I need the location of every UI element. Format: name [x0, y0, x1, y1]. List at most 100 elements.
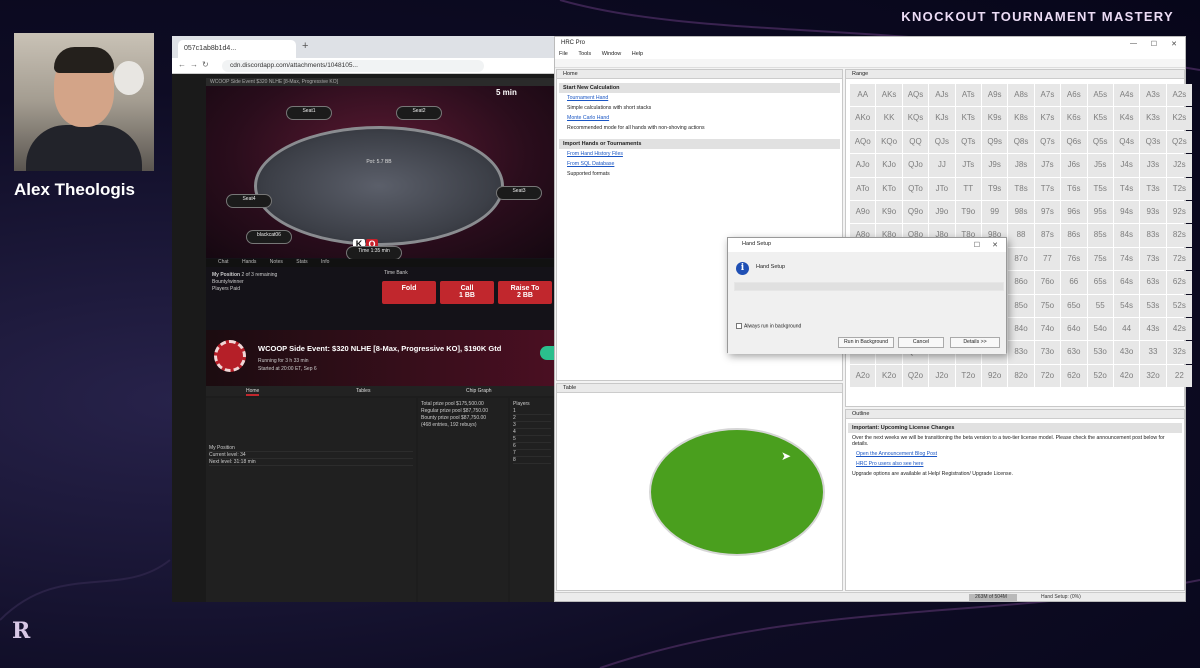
range-cell[interactable]: A7s: [1034, 84, 1061, 107]
range-cell[interactable]: T9o: [955, 200, 981, 224]
range-cell[interactable]: Q4s: [1113, 130, 1140, 154]
range-cell[interactable]: 77: [1034, 247, 1061, 271]
range-cell[interactable]: A4s: [1113, 84, 1140, 107]
range-cell[interactable]: 72s: [1166, 247, 1193, 271]
menu-stats[interactable]: Stats: [296, 259, 307, 265]
maximize-icon[interactable]: ☐: [1151, 40, 1157, 48]
range-cell[interactable]: KTs: [955, 107, 981, 130]
range-cell[interactable]: 54o: [1087, 317, 1113, 341]
range-cell[interactable]: 66: [1061, 271, 1087, 294]
range-cell[interactable]: AJs: [929, 84, 955, 107]
range-cell[interactable]: 83s: [1140, 224, 1166, 247]
url-field[interactable]: cdn.discordapp.com/attachments/1048105..…: [222, 60, 484, 72]
players-list[interactable]: Players 1 2 3 4 5 6 7 8: [510, 398, 554, 602]
menu-hands[interactable]: Hands: [242, 259, 256, 265]
call-button[interactable]: Call 1 BB: [440, 281, 494, 304]
range-cell[interactable]: 44: [1113, 317, 1140, 341]
range-cell[interactable]: AQs: [902, 84, 929, 107]
hand-history-link[interactable]: From Hand History Files: [557, 149, 842, 159]
range-cell[interactable]: AKo: [850, 107, 876, 130]
range-cell[interactable]: KQo: [876, 130, 902, 154]
range-cell[interactable]: AKs: [876, 84, 902, 107]
menu-window[interactable]: Window: [602, 51, 622, 57]
background-checkbox[interactable]: Always run in background: [736, 323, 801, 329]
tab-chip-graph[interactable]: Chip Graph: [466, 388, 492, 394]
range-cell[interactable]: J9s: [981, 154, 1008, 177]
table-felt-green[interactable]: [649, 428, 825, 556]
range-cell[interactable]: 76s: [1061, 247, 1087, 271]
range-cell[interactable]: K2o: [876, 364, 902, 388]
range-cell[interactable]: 62s: [1166, 271, 1193, 294]
range-cell[interactable]: T8s: [1008, 177, 1034, 200]
list-item[interactable]: 7: [513, 450, 551, 457]
range-cell[interactable]: T7s: [1034, 177, 1061, 200]
menu-help[interactable]: Help: [632, 51, 643, 57]
fold-button[interactable]: Fold: [382, 281, 436, 304]
browser-tab[interactable]: 057c1ab8b1d4...: [178, 40, 296, 58]
range-cell[interactable]: A2o: [850, 364, 876, 388]
tournament-hand-link[interactable]: Tournament Hand: [557, 93, 842, 103]
range-cell[interactable]: 64o: [1061, 317, 1087, 341]
range-cell[interactable]: 87s: [1034, 224, 1061, 247]
range-cell[interactable]: 55: [1087, 294, 1113, 317]
sql-database-link[interactable]: From SQL Database: [557, 159, 842, 169]
range-cell[interactable]: Q2s: [1166, 130, 1193, 154]
range-cell[interactable]: 33: [1140, 341, 1166, 364]
range-cell[interactable]: K4s: [1113, 107, 1140, 130]
range-cell[interactable]: A9o: [850, 200, 876, 224]
memory-bar[interactable]: 263M of 504M: [969, 594, 1017, 601]
range-cell[interactable]: Q6s: [1061, 130, 1087, 154]
range-cell[interactable]: ATo: [850, 177, 876, 200]
range-cell[interactable]: A2s: [1166, 84, 1193, 107]
reload-icon[interactable]: ↻: [202, 60, 209, 69]
range-cell[interactable]: 75s: [1087, 247, 1113, 271]
range-cell[interactable]: 22: [1166, 364, 1193, 388]
range-cell[interactable]: QJo: [902, 154, 929, 177]
pro-users-link[interactable]: HRC Pro users also see here: [846, 459, 1184, 469]
range-cell[interactable]: QTo: [902, 177, 929, 200]
tab-home[interactable]: Home: [246, 388, 260, 396]
range-cell[interactable]: J2o: [929, 364, 955, 388]
menu-chat[interactable]: Chat: [218, 259, 229, 265]
new-tab-icon[interactable]: +: [302, 40, 308, 52]
range-cell[interactable]: 72o: [1034, 364, 1061, 388]
range-cell[interactable]: KTo: [876, 177, 902, 200]
menu-tools[interactable]: Tools: [578, 51, 591, 57]
range-cell[interactable]: 74s: [1113, 247, 1140, 271]
minimize-icon[interactable]: —: [1130, 40, 1137, 47]
hero-seat[interactable]: blackcat06: [246, 230, 292, 244]
seat-1[interactable]: Seat1: [286, 106, 332, 120]
range-cell[interactable]: T6s: [1061, 177, 1087, 200]
range-cell[interactable]: AA: [850, 84, 876, 107]
checkbox-icon[interactable]: [736, 323, 742, 329]
range-cell[interactable]: 65o: [1061, 294, 1087, 317]
list-item[interactable]: 3: [513, 422, 551, 429]
range-cell[interactable]: 32s: [1166, 341, 1193, 364]
range-cell[interactable]: T9s: [981, 177, 1008, 200]
range-cell[interactable]: 97s: [1034, 200, 1061, 224]
range-cell[interactable]: QQ: [902, 130, 929, 154]
range-cell[interactable]: Q5s: [1087, 130, 1113, 154]
dialog-maximize-icon[interactable]: ☐: [974, 241, 980, 249]
range-cell[interactable]: 84o: [1008, 317, 1034, 341]
range-cell[interactable]: J7s: [1034, 154, 1061, 177]
tab-range[interactable]: Range: [846, 70, 1184, 79]
range-cell[interactable]: QTs: [955, 130, 981, 154]
run-in-background-button[interactable]: Run in Background: [838, 337, 894, 348]
list-item[interactable]: 2: [513, 415, 551, 422]
monte-carlo-link[interactable]: Monte Carlo Hand: [557, 113, 842, 123]
range-cell[interactable]: T2o: [955, 364, 981, 388]
tab-home-view[interactable]: Home: [557, 70, 842, 79]
range-cell[interactable]: Q8s: [1008, 130, 1034, 154]
range-cell[interactable]: 96s: [1061, 200, 1087, 224]
range-cell[interactable]: 88: [1008, 224, 1034, 247]
range-cell[interactable]: AQo: [850, 130, 876, 154]
range-cell[interactable]: JTo: [929, 177, 955, 200]
list-item[interactable]: 4: [513, 429, 551, 436]
range-cell[interactable]: 63s: [1140, 271, 1166, 294]
menu-info[interactable]: Info: [321, 259, 329, 265]
range-cell[interactable]: 93s: [1140, 200, 1166, 224]
dialog-close-icon[interactable]: ✕: [992, 241, 998, 249]
back-icon[interactable]: ←: [178, 60, 186, 69]
tab-table[interactable]: Table: [557, 384, 842, 393]
